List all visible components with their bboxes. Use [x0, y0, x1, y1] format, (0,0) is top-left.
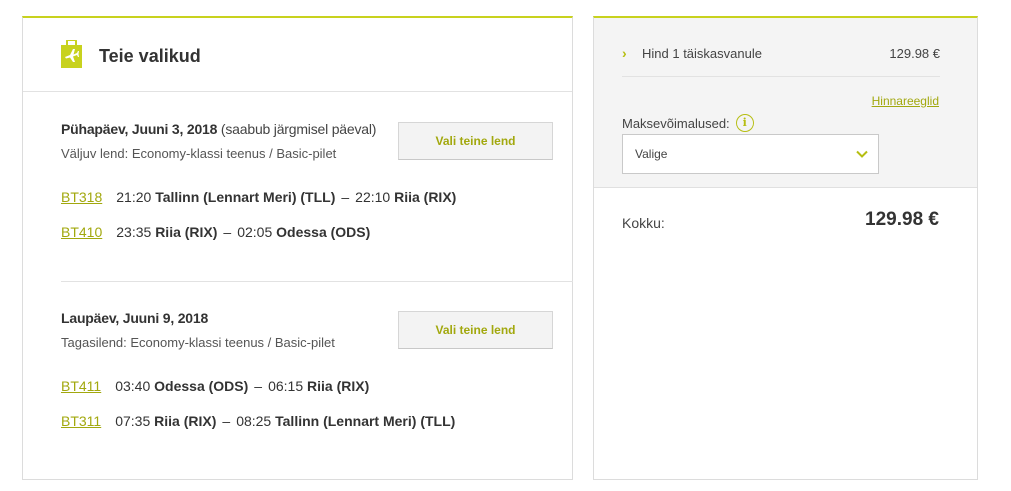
flight-number-link[interactable]: BT318 — [61, 189, 102, 205]
inbound-change-flight-button[interactable]: Vali teine lend — [398, 311, 553, 349]
selections-title: Teie valikud — [99, 46, 201, 66]
arrival-airport: Riia (RIX) — [394, 189, 457, 205]
outbound-date-note: (saabub järgmisel päeval) — [220, 121, 377, 137]
payment-options-label: Maksevõimalused: i — [622, 114, 754, 132]
route-dash: – — [254, 378, 263, 394]
flight-segment: BT311 07:35 Riia (RIX) –08:25 Tallinn (Len… — [61, 413, 455, 429]
price-value: 129.98 € — [889, 46, 940, 61]
price-per-adult-row[interactable]: › Hind 1 täiskasvanule 129.98 € — [622, 45, 940, 77]
total-value: 129.98 € — [865, 209, 939, 230]
departure-airport: Odessa (ODS) — [154, 378, 249, 394]
flight-number-link[interactable]: BT411 — [61, 378, 101, 394]
outbound-date-text: Pühapäev, Juuni 3, 2018 — [61, 121, 218, 137]
departure-time: 07:35 — [115, 413, 151, 429]
departure-airport: Tallinn (Lennart Meri) (TLL) — [155, 189, 336, 205]
arrival-time: 02:05 — [237, 224, 273, 240]
route-dash: – — [223, 224, 232, 240]
leg-divider — [61, 281, 573, 282]
chevron-down-icon — [856, 150, 868, 158]
payment-method-value: Valige — [635, 147, 668, 161]
payment-method-select[interactable]: Valige — [622, 134, 879, 174]
arrival-airport: Riia (RIX) — [307, 378, 370, 394]
arrival-airport: Odessa (ODS) — [276, 224, 371, 240]
outbound-leg: Pühapäev, Juuni 3, 2018 (saabub järgmise… — [61, 121, 553, 240]
arrival-airport: Tallinn (Lennart Meri) (TLL) — [275, 413, 456, 429]
info-icon[interactable]: i — [735, 114, 754, 132]
selections-panel: Teie valikud Pühapäev, Juuni 3, 2018 (sa… — [22, 16, 573, 480]
departure-airport: Riia (RIX) — [154, 413, 217, 429]
arrival-time: 06:15 — [268, 378, 304, 394]
outbound-change-flight-button[interactable]: Vali teine lend — [398, 122, 553, 160]
departure-time: 03:40 — [115, 378, 151, 394]
price-label: Hind 1 täiskasvanule — [642, 46, 762, 61]
flight-number-link[interactable]: BT410 — [61, 224, 102, 240]
payment-options-text: Maksevõimalused: — [622, 115, 730, 131]
fare-rules-link[interactable]: Hinnareeglid — [872, 94, 939, 108]
price-summary-panel: › Hind 1 täiskasvanule 129.98 € Hinnaree… — [593, 16, 978, 480]
departure-airport: Riia (RIX) — [155, 224, 218, 240]
price-details: › Hind 1 täiskasvanule 129.98 € Hinnaree… — [594, 18, 977, 188]
inbound-leg: Laupäev, Juuni 9, 2018 Tagasilend: Econo… — [61, 310, 553, 429]
arrival-time: 22:10 — [355, 189, 391, 205]
departure-time: 23:35 — [116, 224, 152, 240]
flight-number-link[interactable]: BT311 — [61, 413, 101, 429]
suitcase-plane-icon — [61, 40, 82, 68]
departure-time: 21:20 — [116, 189, 152, 205]
route-dash: – — [341, 189, 350, 205]
arrival-time: 08:25 — [236, 413, 272, 429]
flight-segment: BT411 03:40 Odessa (ODS) –06:15 Riia (RIX) — [61, 378, 369, 394]
flight-segment: BT318 21:20 Tallinn (Lennart Meri) (TLL) –… — [61, 189, 456, 205]
route-dash: – — [222, 413, 231, 429]
total-label: Kokku: — [622, 215, 665, 231]
flight-segment: BT410 23:35 Riia (RIX) –02:05 Odessa (ODS) — [61, 224, 370, 240]
selections-header: Teie valikud — [23, 18, 572, 92]
chevron-right-icon: › — [622, 45, 627, 61]
